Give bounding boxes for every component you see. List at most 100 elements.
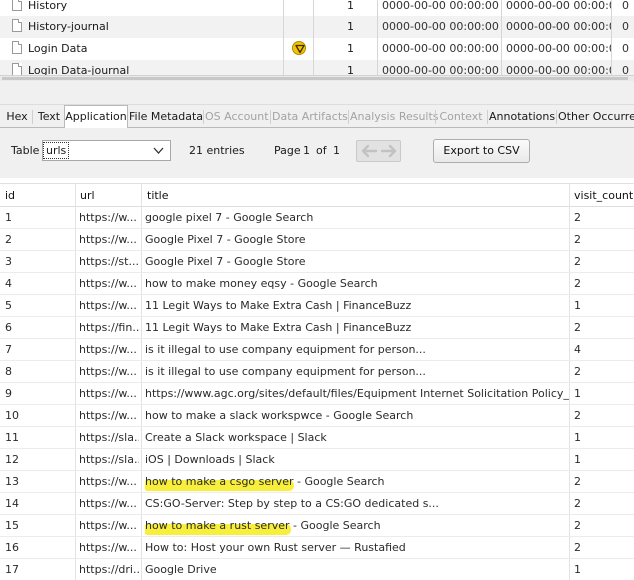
cell-url: https://w... bbox=[79, 519, 137, 532]
tab-separator bbox=[556, 110, 557, 124]
tab-hex[interactable]: Hex bbox=[3, 107, 31, 128]
table-row[interactable]: 2 https://w... Google Pixel 7 - Google Sto… bbox=[0, 229, 634, 251]
table-select-dropdown[interactable]: urls bbox=[42, 140, 171, 161]
file-time-changed: 0000-00-00 00:00:00 bbox=[502, 60, 612, 75]
cell-id: 5 bbox=[5, 299, 12, 312]
cell-title: 11 Legit Ways to Make Extra Cash | Finan… bbox=[145, 299, 412, 312]
panel-splitter[interactable] bbox=[0, 81, 634, 105]
cell-title: Google Pixel 7 - Google Store bbox=[145, 233, 306, 246]
file-icon bbox=[12, 41, 22, 54]
cell-visit-count: 2 bbox=[574, 211, 581, 224]
cell-id: 9 bbox=[5, 387, 12, 400]
cell-title: google pixel 7 - Google Search bbox=[145, 211, 314, 224]
cell-url: https://w... bbox=[79, 387, 137, 400]
tab-context: Context bbox=[439, 110, 483, 123]
table-row[interactable]: 12 https://sla... iOS | Downloads | Slack 1 bbox=[0, 449, 634, 471]
file-name-cell: History-journal bbox=[12, 16, 284, 38]
highlighted-title-text: how to make a rust server bbox=[145, 519, 290, 532]
cell-title: 11 Legit Ways to Make Extra Cash | Finan… bbox=[145, 321, 412, 334]
file-name: Login Data-journal bbox=[28, 64, 130, 75]
file-row[interactable]: Login Data-journal 1 0000-00-00 00:00:00 00… bbox=[0, 60, 634, 75]
table-row[interactable]: 7 https://w... is it illegal to use compan… bbox=[0, 339, 634, 361]
table-row[interactable]: 3 https://st... Google Pixel 7 - Google St… bbox=[0, 251, 634, 273]
table-row[interactable]: 11 https://sla... Create a Slack workspace… bbox=[0, 427, 634, 449]
cell-title: How to: Host your own Rust server — Rust… bbox=[145, 541, 406, 554]
tab-annotations[interactable]: Annotations bbox=[489, 107, 555, 128]
cell-url: https://w... bbox=[79, 233, 137, 246]
page-of-label: of bbox=[316, 144, 327, 157]
cell-visit-count: 2 bbox=[574, 365, 581, 378]
cell-id: 11 bbox=[5, 431, 19, 444]
cell-url: https://sla... bbox=[79, 453, 139, 466]
file-time-accessed: 0 bbox=[622, 42, 629, 55]
cell-id: 10 bbox=[5, 409, 19, 422]
file-row[interactable]: History-journal 1 0000-00-00 00:00:00 0000-… bbox=[0, 16, 634, 38]
table-row[interactable]: 17 https://dri... Google Drive 1 bbox=[0, 559, 634, 580]
export-to-csv-button[interactable]: Export to CSV bbox=[433, 139, 530, 163]
cell-url: https://w... bbox=[79, 299, 137, 312]
cell-visit-count: 2 bbox=[574, 475, 581, 488]
table-row[interactable]: 5 https://w... 11 Legit Ways to Make Extra… bbox=[0, 295, 634, 317]
page-navigation bbox=[356, 140, 401, 162]
table-row[interactable]: 8 https://w... is it illegal to use compan… bbox=[0, 361, 634, 383]
cell-visit-count: 2 bbox=[574, 321, 581, 334]
table-select-value: urls bbox=[43, 142, 70, 159]
table-row[interactable]: 10 https://w... how to make a slack worksp… bbox=[0, 405, 634, 427]
file-row[interactable]: History 1 0000-00-00 00:00:00 0000-00-00 00… bbox=[0, 0, 634, 17]
scrollbar-thumb[interactable] bbox=[2, 77, 628, 80]
cell-title: https://www.agc.org/sites/default/files/… bbox=[145, 387, 569, 400]
cell-visit-count: 1 bbox=[574, 387, 581, 400]
file-flag-cell bbox=[284, 38, 314, 60]
table-row[interactable]: 16 https://w... How to: Host your own Rust… bbox=[0, 537, 634, 559]
table-row[interactable]: 4 https://w... how to make money eqsy - Go… bbox=[0, 273, 634, 295]
table-row[interactable]: 15 https://w... how to make a rust server … bbox=[0, 515, 634, 537]
file-time-accessed: 0 bbox=[622, 20, 629, 33]
cell-url: https://w... bbox=[79, 409, 137, 422]
tab-separator bbox=[203, 110, 204, 124]
cell-visit-count: 1 bbox=[574, 563, 581, 576]
file-icon bbox=[12, 19, 22, 32]
cell-title: iOS | Downloads | Slack bbox=[145, 453, 275, 466]
file-time-modified: 0000-00-00 00:00:00 bbox=[378, 60, 502, 75]
column-header-visit-count[interactable]: visit_count bbox=[574, 189, 633, 202]
table-row[interactable]: 6 https://fin... 11 Legit Ways to Make Ext… bbox=[0, 317, 634, 339]
title-rest-text: - Google Search bbox=[293, 475, 385, 488]
column-header-title[interactable]: title bbox=[147, 189, 169, 202]
tab-separator bbox=[487, 110, 488, 124]
cell-id: 6 bbox=[5, 321, 12, 334]
cell-title: is it illegal to use company equipment f… bbox=[145, 365, 426, 378]
cell-id: 17 bbox=[5, 563, 19, 576]
file-name: History-journal bbox=[28, 20, 109, 33]
cell-url: https://sla... bbox=[79, 431, 139, 444]
tab-file-metadata[interactable]: File Metadata bbox=[129, 107, 203, 128]
table-row[interactable]: 9 https://w... https://www.agc.org/sites/d… bbox=[0, 383, 634, 405]
file-time-modified: 0000-00-00 00:00:00 bbox=[378, 16, 502, 38]
tab-application[interactable]: Application bbox=[64, 105, 128, 129]
tab-text[interactable]: Text bbox=[34, 107, 64, 128]
table-row[interactable]: 14 https://w... CS:GO-Server: Step by step… bbox=[0, 493, 634, 515]
file-flag-cell bbox=[284, 16, 314, 38]
cell-title: how to make a slack workspwce - Google S… bbox=[145, 409, 414, 422]
previous-page-arrow-icon[interactable] bbox=[359, 143, 379, 159]
file-count: 1 bbox=[314, 60, 378, 75]
tab-os-account: OS Account bbox=[205, 110, 269, 123]
cell-title: how to make money eqsy - Google Search bbox=[145, 277, 378, 290]
table-row[interactable]: 1 https://w... google pixel 7 - Google Sea… bbox=[0, 207, 634, 229]
tab-other-occurrences[interactable]: Other Occurrences bbox=[558, 107, 634, 128]
file-name: Login Data bbox=[28, 42, 88, 55]
cell-visit-count: 1 bbox=[574, 299, 581, 312]
page-label: Page bbox=[274, 144, 301, 157]
column-header-url[interactable]: url bbox=[80, 189, 95, 202]
table-row[interactable]: 13 https://w... how to make a csgo server … bbox=[0, 471, 634, 493]
cell-visit-count: 4 bbox=[574, 343, 581, 356]
highlighted-title-text: how to make a csgo server bbox=[145, 475, 294, 488]
cell-url: https://w... bbox=[79, 475, 137, 488]
cell-title: is it illegal to use company equipment f… bbox=[145, 343, 426, 356]
tab-separator bbox=[270, 110, 271, 124]
title-rest-text: - Google Search bbox=[289, 519, 381, 532]
file-row[interactable]: Login Data 1 0000-00-00 00:00:00 0000-00-00… bbox=[0, 38, 634, 60]
tab-data-artifacts: Data Artifacts bbox=[272, 110, 348, 123]
tab-analysis-results: Analysis Results bbox=[350, 110, 439, 123]
next-page-arrow-icon[interactable] bbox=[379, 143, 399, 159]
column-header-id[interactable]: id bbox=[5, 189, 15, 202]
